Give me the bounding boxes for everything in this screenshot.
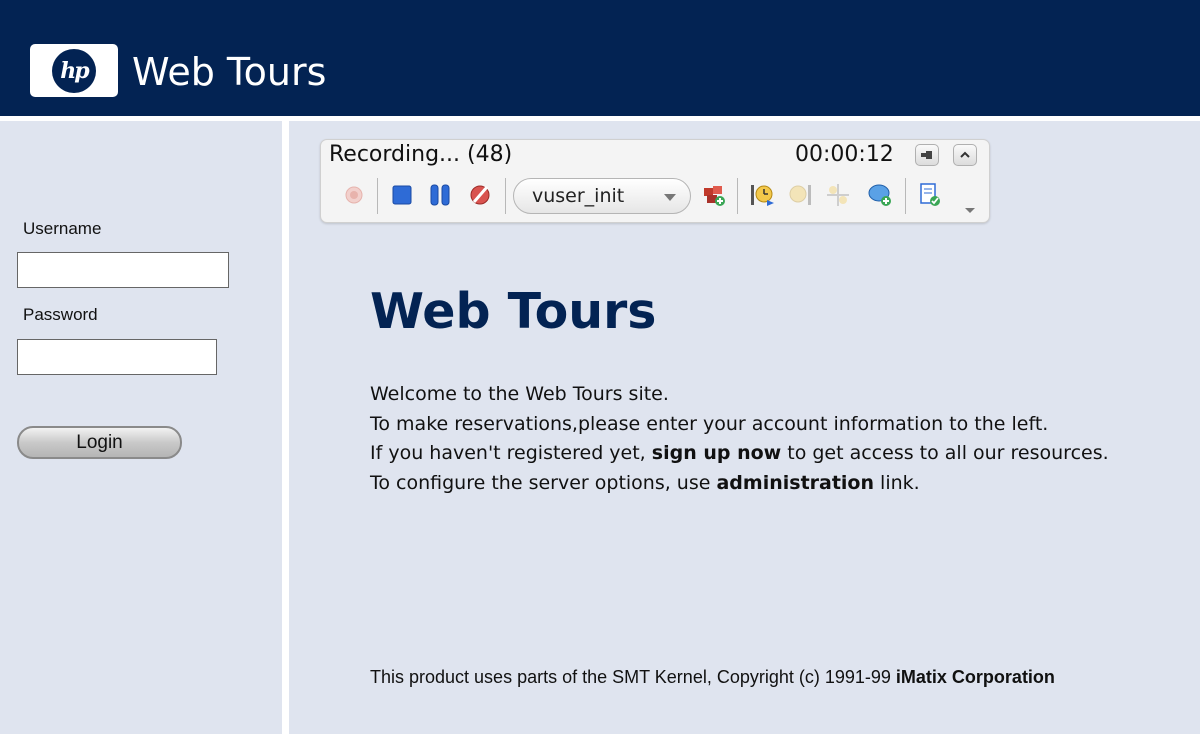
chevron-up-icon [960,151,970,158]
recording-status: Recording... (48) [329,142,513,167]
cancel-recording-icon [470,185,490,205]
app-header: hp Web Tours [0,0,1200,116]
pin-toolbar-button[interactable] [915,144,939,166]
start-transaction-icon [751,185,774,206]
end-transaction-button[interactable] [787,182,813,208]
pane-divider [282,116,289,734]
insert-comment-icon [868,184,891,206]
footer-text: This product uses parts of the SMT Kerne… [370,667,896,687]
stop-icon [392,185,412,205]
collapse-toolbar-button[interactable] [953,144,977,166]
toolbar-separator [737,178,738,214]
pause-icon [430,184,450,206]
create-checkpoint-button[interactable] [917,182,943,208]
password-label: Password [23,305,98,324]
hp-logo-icon: hp [52,48,96,93]
welcome-text: Welcome to the Web Tours site. To make r… [370,380,1109,498]
create-checkpoint-icon [920,183,940,206]
record-icon [345,186,363,204]
page-title: Web Tours [370,283,657,340]
welcome-line-3-post: to get access to all our resources. [781,442,1109,464]
toolbar-overflow-icon[interactable] [965,208,975,213]
action-select[interactable]: vuser_init [513,178,691,214]
chevron-down-icon [664,194,676,201]
insert-action-button[interactable] [701,182,727,208]
welcome-line-2: To make reservations,please enter your a… [370,412,1049,435]
sign-up-link[interactable]: sign up now [652,442,781,464]
welcome-line-4-post: link. [874,471,920,494]
record-button[interactable] [341,182,367,208]
recording-timer: 00:00:12 [795,142,894,167]
insert-comment-button[interactable] [867,182,893,208]
pause-button[interactable] [427,182,453,208]
welcome-line-1: Welcome to the Web Tours site. [370,383,669,405]
toolbar-separator [377,178,378,214]
administration-link[interactable]: administration [716,472,874,494]
stop-button[interactable] [389,182,415,208]
hp-logo: hp [30,44,118,97]
recording-toolbar: Recording... (48) 00:00:12 vuser_init [320,139,990,223]
insert-action-icon [704,186,725,206]
brand-title: Web Tours [132,50,327,94]
welcome-line-3: If you haven't registered yet, sign up n… [370,439,1109,469]
end-transaction-icon [789,185,811,205]
insert-rendezvous-button[interactable] [825,182,851,208]
copyright-footer: This product uses parts of the SMT Kerne… [370,667,1055,688]
insert-rendezvous-icon [827,184,849,206]
start-transaction-button[interactable] [749,182,775,208]
toolbar-separator [505,178,506,214]
footer-company: iMatix Corporation [895,667,1055,687]
toolbar-separator [905,178,906,214]
cancel-recording-button[interactable] [467,182,493,208]
welcome-line-4: To configure the server options, use adm… [370,469,1109,499]
welcome-line-4-pre: To configure the server options, use [370,471,717,494]
action-select-value: vuser_init [532,185,625,207]
username-label: Username [23,219,102,238]
pin-icon [921,151,932,159]
welcome-line-3-pre: If you haven't registered yet, [370,442,652,464]
login-button[interactable]: Login [17,426,182,459]
password-input[interactable] [17,339,217,375]
username-input[interactable] [17,252,229,288]
